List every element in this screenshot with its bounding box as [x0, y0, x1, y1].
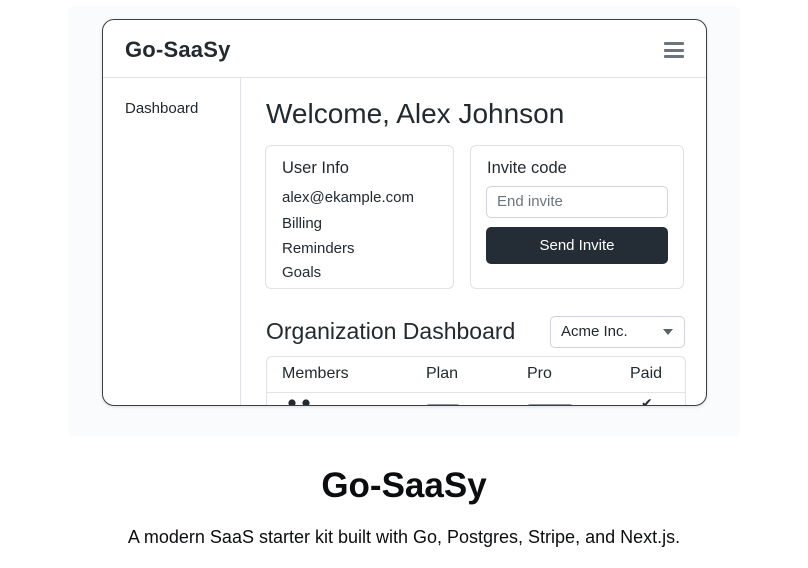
- hero-subtitle: A modern SaaS starter kit built with Go,…: [127, 527, 681, 547]
- user-info-title: User Info: [282, 159, 349, 177]
- goals-link[interactable]: Goals: [282, 264, 321, 281]
- invite-title: Invite code: [487, 159, 567, 177]
- invite-card: Invite code End invite Send Invite: [470, 145, 684, 289]
- invite-code-input[interactable]: End invite: [486, 186, 668, 218]
- column-header-paid[interactable]: Paid: [630, 365, 662, 383]
- reminders-link[interactable]: Reminders: [282, 240, 355, 257]
- hamburger-menu-icon[interactable]: [664, 42, 684, 58]
- main-content: Welcome, Alex Johnson User Info alex@eka…: [241, 78, 706, 405]
- user-email: alex@ekample.com: [282, 189, 414, 206]
- chevron-down-icon: [663, 329, 673, 335]
- sidebar-item-dashboard[interactable]: Dashboard: [125, 100, 198, 117]
- app-window: Go-SaaSy Dashboard Welcome, Alex Johnson…: [102, 19, 707, 406]
- organization-select[interactable]: Acme Inc.: [550, 316, 685, 348]
- pro-placeholder-bar: [527, 404, 573, 405]
- members-table: Members Plan Pro Paid ✔: [266, 356, 686, 406]
- table-header: Members Plan Pro Paid: [267, 357, 685, 393]
- page-title: Welcome, Alex Johnson: [266, 98, 565, 129]
- plan-placeholder-bar: [426, 404, 460, 405]
- people-icon: [288, 399, 310, 405]
- billing-link[interactable]: Billing: [282, 215, 322, 232]
- user-info-card: User Info alex@ekample.com Billing Remin…: [265, 145, 454, 289]
- column-header-plan[interactable]: Plan: [426, 365, 458, 383]
- hero-title: Go-SaaSy: [321, 466, 487, 505]
- organization-select-value: Acme Inc.: [561, 323, 628, 340]
- column-header-pro[interactable]: Pro: [527, 365, 552, 383]
- column-header-members[interactable]: Members: [282, 365, 349, 383]
- organization-dashboard-title: Organization Dashboard: [266, 318, 516, 344]
- sidebar: Dashboard: [103, 78, 241, 405]
- top-navbar: Go-SaaSy: [103, 20, 706, 78]
- brand-logo[interactable]: Go-SaaSy: [125, 37, 231, 63]
- send-invite-button[interactable]: Send Invite: [486, 227, 668, 264]
- checkmark-icon: ✔: [641, 395, 653, 406]
